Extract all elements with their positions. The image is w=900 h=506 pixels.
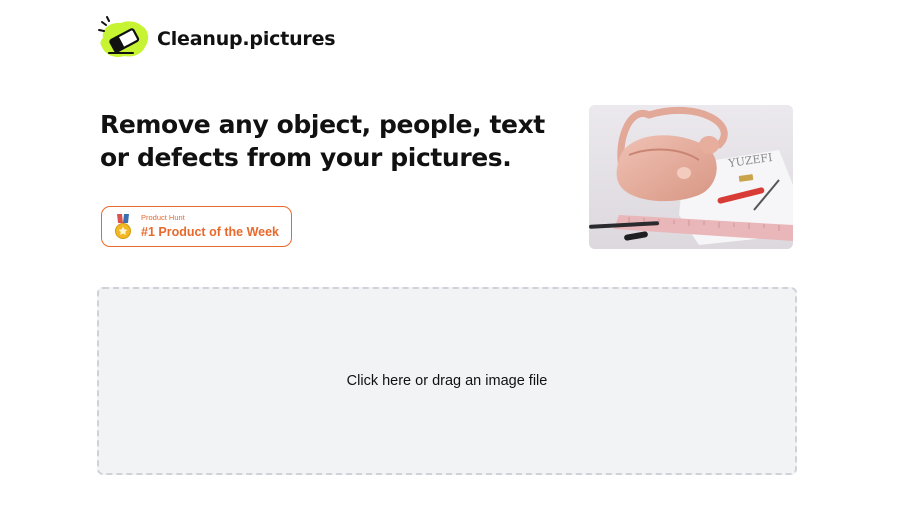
example-photo: YUZEFI	[589, 105, 793, 249]
dropzone-label: Click here or drag an image file	[346, 373, 548, 389]
brand-name[interactable]: Cleanup.pictures	[157, 28, 336, 50]
hero-title: Remove any object, people, text or defec…	[100, 110, 545, 172]
product-hunt-title: #1 Product of the Week	[141, 225, 279, 239]
product-hunt-label: Product Hunt	[141, 213, 185, 222]
medal-icon	[114, 213, 132, 240]
eraser-icon[interactable]	[97, 16, 151, 62]
image-upload-dropzone[interactable]: Click here or drag an image file	[97, 287, 797, 475]
product-hunt-badge[interactable]: Product Hunt #1 Product of the Week	[101, 206, 292, 247]
site-header: Cleanup.pictures	[97, 16, 336, 62]
